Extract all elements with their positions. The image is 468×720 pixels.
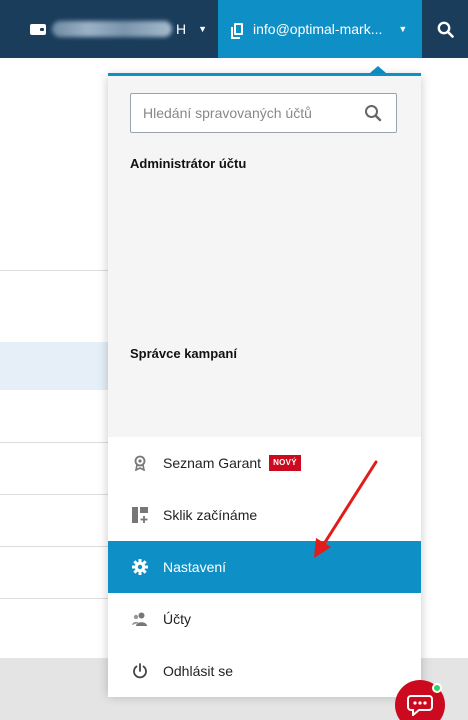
users-icon xyxy=(132,611,148,627)
divider xyxy=(0,442,120,443)
search-icon xyxy=(437,21,454,38)
menu-item-odhlasit-se[interactable]: Odhlásit se xyxy=(108,645,421,697)
award-icon xyxy=(132,455,148,471)
selected-row-background xyxy=(0,342,120,390)
dropdown-pointer xyxy=(370,66,386,73)
chat-bubble-icon xyxy=(407,695,433,716)
dashboard-add-icon xyxy=(132,507,148,523)
gear-icon xyxy=(132,559,148,575)
menu-item-sklik-zaciname[interactable]: Sklik začínáme xyxy=(108,489,421,541)
section-title-account-admin: Administrátor účtu xyxy=(130,156,247,171)
caret-down-icon: ▼ xyxy=(398,24,408,34)
power-icon xyxy=(132,663,148,679)
account-name-suffix: H xyxy=(176,21,187,37)
account-email: info@optimal-mark... xyxy=(253,21,383,37)
caret-down-icon: ▼ xyxy=(198,24,208,34)
menu-item-nastaveni[interactable]: Nastavení xyxy=(108,541,421,593)
wallet-icon xyxy=(30,23,46,35)
menu-item-label: Nastavení xyxy=(163,559,227,575)
account-dropdown-menu: Administrátor účtu Správce kampaní Sezna… xyxy=(108,73,421,697)
account-switcher[interactable]: H ▼ xyxy=(0,0,218,58)
menu-item-label: Účty xyxy=(163,611,191,627)
user-account-menu-button[interactable]: info@optimal-mark... ▼ xyxy=(218,0,422,58)
divider xyxy=(0,270,120,271)
account-name-redacted xyxy=(52,21,172,37)
managed-accounts-search-input[interactable] xyxy=(143,105,364,121)
menu-item-label: Seznam Garant xyxy=(163,455,262,471)
divider xyxy=(0,494,120,495)
divider xyxy=(0,546,120,547)
menu-item-label: Sklik začínáme xyxy=(163,507,258,523)
menu-item-seznam-garant[interactable]: Seznam Garant NOVÝ xyxy=(108,437,421,489)
search-icon[interactable] xyxy=(364,104,382,122)
new-badge: NOVÝ xyxy=(269,455,301,471)
dropdown-menu-list: Seznam Garant NOVÝ Sklik začínáme Nastav… xyxy=(108,437,421,697)
menu-item-ucty[interactable]: Účty xyxy=(108,593,421,645)
divider xyxy=(0,598,120,599)
menu-item-label: Odhlásit se xyxy=(163,663,234,679)
search-button[interactable] xyxy=(422,0,468,58)
documents-icon xyxy=(231,23,243,39)
online-status-dot xyxy=(432,683,442,693)
section-title-campaign-manager: Správce kampaní xyxy=(130,346,237,361)
managed-accounts-search xyxy=(130,93,397,133)
top-bar: H ▼ info@optimal-mark... ▼ xyxy=(0,0,468,58)
